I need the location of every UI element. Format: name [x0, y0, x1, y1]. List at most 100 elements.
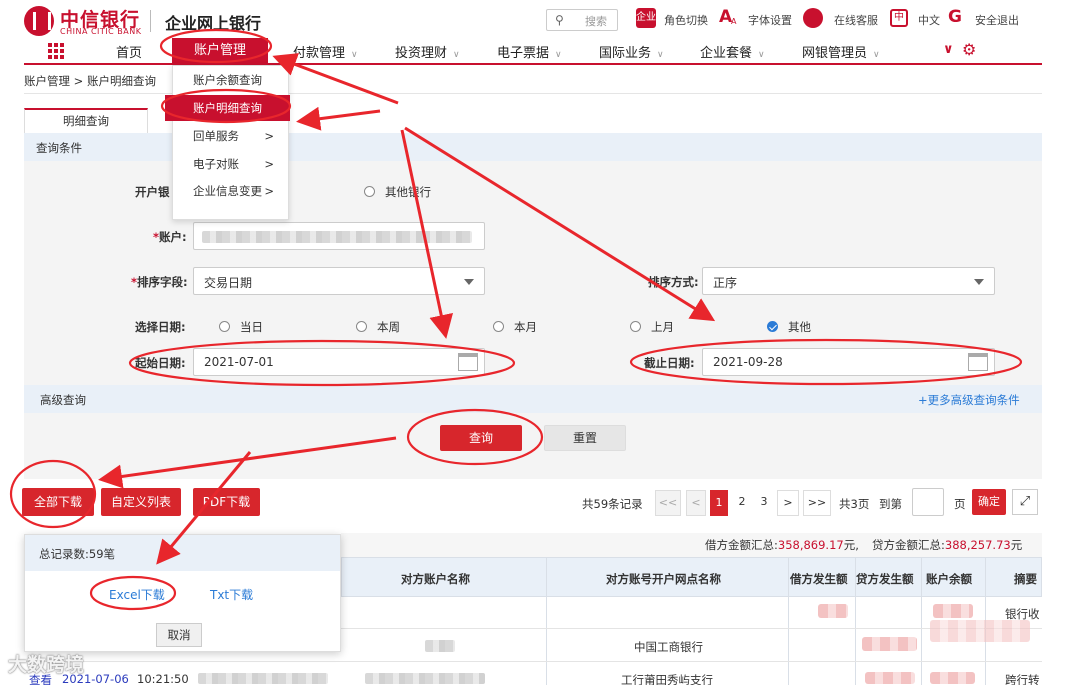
date-option-month[interactable]: 本月	[493, 319, 537, 335]
sort-order-select[interactable]: 正序	[702, 267, 995, 295]
chevron-down-icon: ∨	[873, 50, 880, 60]
radio-icon	[219, 321, 230, 332]
row-divider	[24, 661, 1042, 662]
tab-detail-query[interactable]: 明细查询	[24, 108, 148, 133]
font-settings-link[interactable]: 字体设置	[748, 12, 792, 28]
radio-icon	[364, 186, 375, 197]
nav-international[interactable]: 国际业务 ∨	[599, 42, 664, 61]
nav-investment-label: 投资理财	[395, 46, 448, 61]
logo-divider	[150, 10, 151, 32]
apps-grid-icon[interactable]	[48, 43, 64, 59]
menu-balance-query[interactable]: 账户余额查询	[173, 67, 288, 93]
custom-columns-button[interactable]: 自定义列表	[101, 488, 181, 516]
masked-amount	[862, 637, 917, 651]
branch-cell: 工行莆田秀屿支行	[621, 673, 713, 685]
chevron-down-icon: ∨	[657, 50, 664, 60]
column-divider	[855, 557, 856, 685]
gear-icon[interactable]: ⚙	[962, 40, 976, 59]
download-popup: 总记录数:59笔 Excel下载 Txt下载 取消	[24, 534, 341, 652]
credit-summary: 贷方金额汇总:388,257.73元	[872, 537, 1022, 553]
credit-value: 388,257.73	[944, 538, 1011, 552]
nav-packages-label: 企业套餐	[700, 46, 753, 61]
date-option-today[interactable]: 当日	[219, 319, 263, 335]
start-date-label: 起始日期:	[135, 356, 186, 370]
date-option-last-month[interactable]: 上月	[630, 319, 674, 335]
logout-icon[interactable]: G	[948, 7, 962, 27]
time-cell: 10:21:50	[137, 672, 189, 685]
calendar-icon[interactable]	[458, 353, 478, 371]
chevron-down-icon: ∨	[453, 50, 460, 60]
nav-payment[interactable]: 付款管理 ∨	[293, 42, 358, 61]
menu-detail-query[interactable]: 账户明细查询	[165, 95, 290, 121]
nav-account-management[interactable]: 账户管理	[172, 38, 268, 64]
pager-page-1[interactable]: 1	[710, 490, 728, 516]
download-all-button[interactable]: 全部下载	[22, 488, 94, 516]
pager-next[interactable]: >	[777, 490, 799, 516]
debit-summary: 借方金额汇总:358,869.17元,	[705, 537, 859, 553]
pager-prev[interactable]: <	[686, 490, 706, 516]
reset-button[interactable]: 重置	[544, 425, 626, 451]
account-label-text: 账户:	[159, 230, 187, 244]
logout-link[interactable]: 安全退出	[975, 12, 1019, 28]
role-switch-icon[interactable]: 企业	[636, 8, 656, 28]
customer-service-icon[interactable]	[803, 8, 823, 28]
nav-investment[interactable]: 投资理财 ∨	[395, 42, 460, 61]
column-divider	[788, 557, 789, 685]
search-icon: ⚲	[555, 13, 564, 27]
menu-label: 企业信息变更	[193, 184, 262, 198]
menu-receipt-service[interactable]: 回单服务 >	[173, 123, 288, 149]
excel-download-link[interactable]: Excel下载	[109, 586, 165, 603]
brand-name-en: CHINA CITIC BANK	[60, 27, 142, 36]
nav-packages[interactable]: 企业套餐 ∨	[700, 42, 765, 61]
menu-label: 回单服务	[193, 129, 239, 143]
radio-checked-icon	[767, 321, 778, 332]
masked-amount	[818, 604, 848, 618]
chevron-right-icon: >	[264, 157, 274, 171]
pager-page-3[interactable]: 3	[754, 490, 774, 516]
other-bank-radio[interactable]: 其他银行	[364, 184, 431, 200]
other-bank-label: 其他银行	[385, 185, 431, 199]
start-date-field[interactable]: 2021-07-01	[193, 348, 485, 376]
popup-cancel-button[interactable]: 取消	[156, 623, 202, 647]
expand-chevron-icon[interactable]: ∨	[943, 42, 954, 57]
goto-page-input[interactable]	[912, 488, 944, 516]
pdf-download-button[interactable]: PDF下载	[193, 488, 260, 516]
account-field[interactable]	[193, 222, 485, 250]
branch-cell: 中国工商银行	[634, 640, 703, 654]
pager-last[interactable]: >>	[803, 490, 831, 516]
menu-company-info-change[interactable]: 企业信息变更 >	[173, 178, 288, 204]
bank-label: 开户银	[135, 185, 170, 199]
sort-order-label: 排序方式:	[648, 275, 699, 289]
goto-confirm-button[interactable]: 确定	[972, 489, 1006, 515]
sort-field-label-text: 排序字段:	[137, 275, 188, 289]
txt-download-link[interactable]: Txt下载	[210, 586, 253, 603]
role-switch-link[interactable]: 角色切换	[664, 12, 708, 28]
search-box[interactable]: ⚲ 搜索	[546, 9, 618, 31]
date-option-week[interactable]: 本周	[356, 319, 400, 335]
nav-admin[interactable]: 网银管理员 ∨	[802, 42, 880, 61]
end-date-field[interactable]: 2021-09-28	[702, 348, 995, 376]
language-link[interactable]: 中文	[918, 12, 940, 28]
calendar-icon[interactable]	[968, 353, 988, 371]
chevron-right-icon: >	[264, 129, 274, 143]
pager-first[interactable]: <<	[655, 490, 681, 516]
nav-home[interactable]: 首页	[116, 42, 142, 61]
date-option-label: 本周	[377, 320, 400, 334]
nav-e-bills[interactable]: 电子票据 ∨	[497, 42, 562, 61]
masked-amount	[930, 620, 1030, 642]
customer-service-link[interactable]: 在线客服	[834, 12, 878, 28]
fullscreen-icon[interactable]: ⤢	[1012, 489, 1038, 515]
col-counterparty-branch: 对方账号开户网点名称	[606, 572, 721, 586]
query-button[interactable]: 查询	[440, 425, 522, 451]
end-date-label: 截止日期:	[644, 356, 695, 370]
chevron-down-icon: ∨	[351, 50, 358, 60]
more-conditions-link[interactable]: +更多高级查询条件	[918, 392, 1020, 408]
menu-e-reconciliation[interactable]: 电子对账 >	[173, 151, 288, 177]
advanced-query-title: 高级查询	[40, 393, 86, 407]
total-records: 共59条记录	[582, 497, 643, 511]
pager-page-2[interactable]: 2	[732, 490, 752, 516]
masked-amount	[865, 672, 915, 684]
sort-field-select[interactable]: 交易日期	[193, 267, 485, 295]
date-option-other[interactable]: 其他	[767, 319, 811, 335]
language-icon[interactable]: 中	[890, 9, 908, 27]
